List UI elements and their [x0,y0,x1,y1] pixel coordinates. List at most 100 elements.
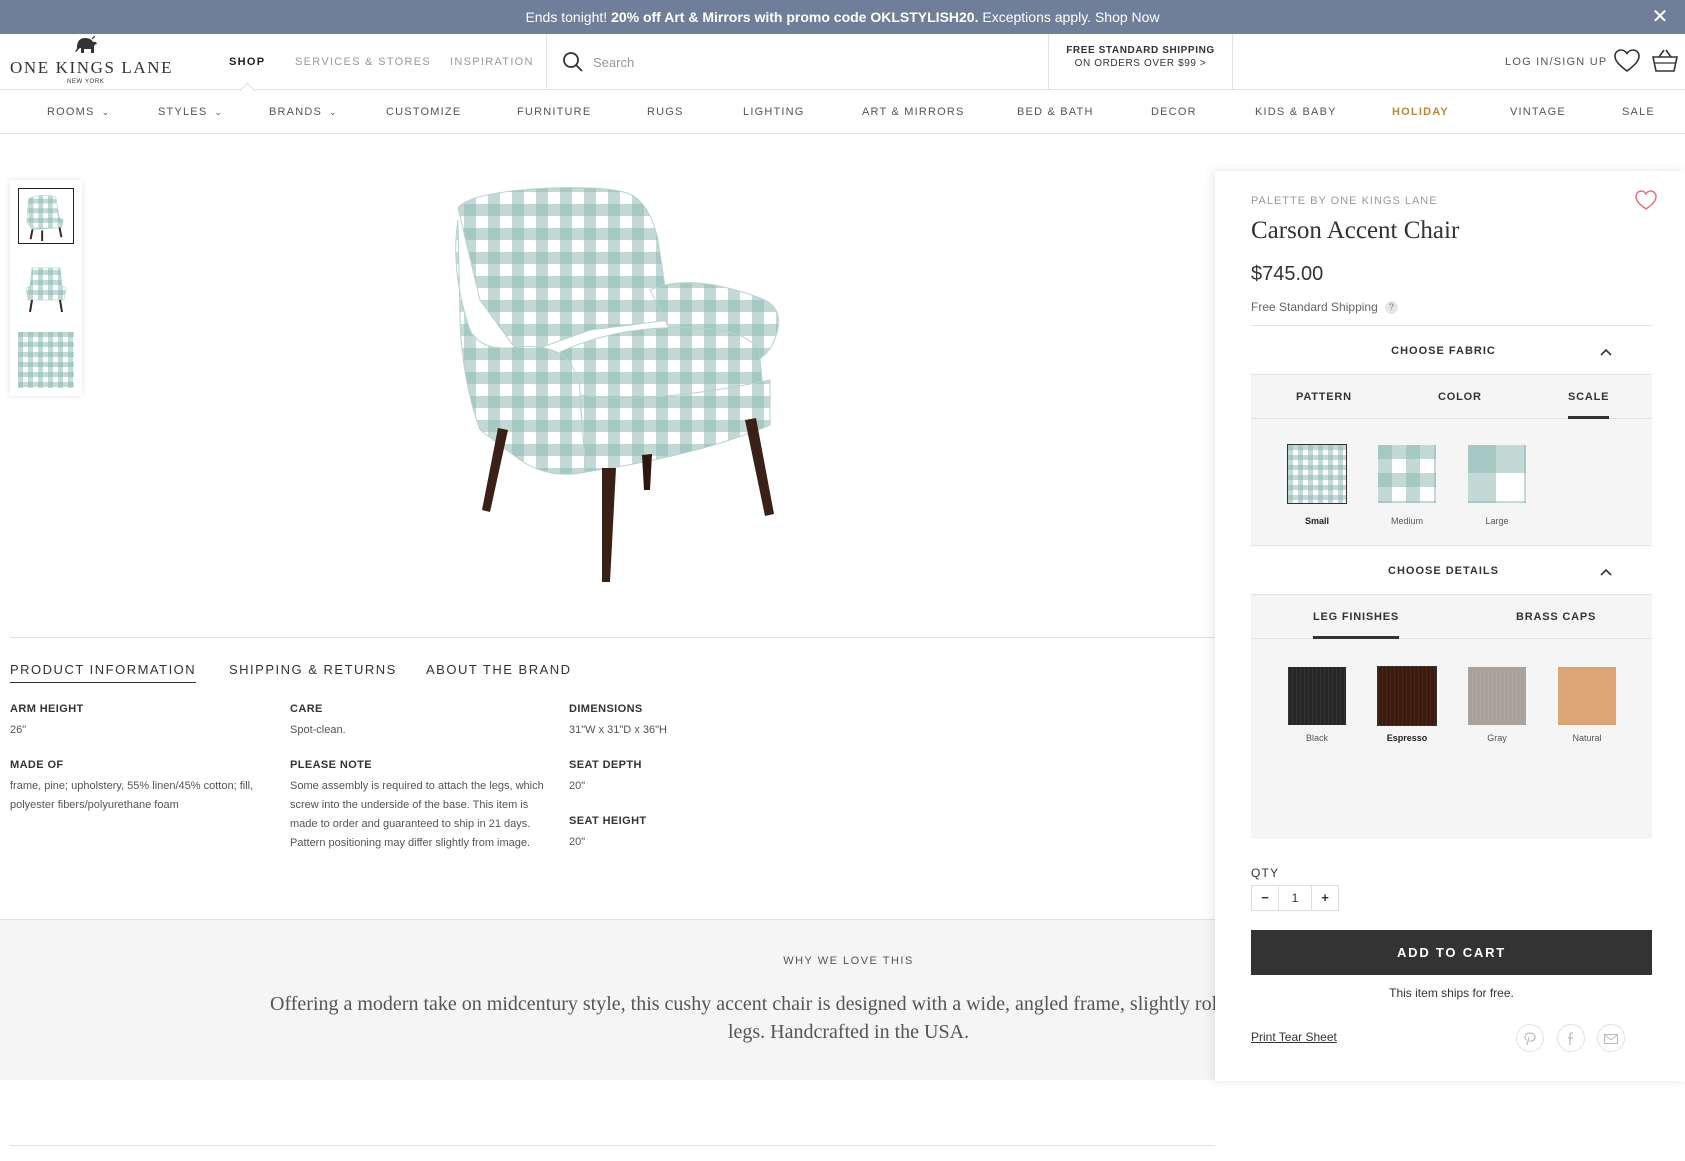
subtab-leg-finishes[interactable]: LEG FINISHES [1313,595,1399,639]
why-text: Offering a modern take on midcentury sty… [0,990,1215,1046]
tab-product-information[interactable]: PRODUCT INFORMATION [10,662,197,683]
favorite-heart-icon[interactable] [1633,187,1659,213]
print-tear-sheet-link[interactable]: Print Tear Sheet [1251,1030,1337,1044]
leg-swatch-espresso[interactable]: Espresso [1377,666,1438,743]
spec-label: SEAT HEIGHT [569,815,647,827]
choose-fabric-title: CHOOSE FABRIC [1391,345,1496,357]
category-lighting[interactable]: LIGHTING [743,90,805,134]
product-image-chair[interactable] [440,180,860,590]
swatch-label: Natural [1572,733,1602,743]
tab-about-brand[interactable]: ABOUT THE BRAND [426,662,572,682]
promo-banner[interactable]: Ends tonight! 20% off Art & Mirrors with… [0,0,1685,34]
category-rugs[interactable]: RUGS [647,90,684,134]
fabric-swatch-small-image [1287,444,1347,504]
tab-shipping-returns[interactable]: SHIPPING & RETURNS [229,662,397,682]
fabric-subtabs: PATTERN COLOR SCALE [1251,375,1652,419]
logo-city: NEW YORK [67,79,105,85]
login-link[interactable]: LOG IN/SIGN UP [1505,34,1607,90]
why-text-line: Offering a modern take on midcentury sty… [270,993,1215,1015]
swatch-label: Black [1305,733,1328,743]
email-icon[interactable] [1597,1024,1625,1052]
category-kids-baby[interactable]: KIDS & BABY [1255,90,1337,134]
nav-inspiration[interactable]: INSPIRATION [450,34,534,90]
thumbnail-chair-front[interactable] [18,260,74,316]
ships-free-note: This item ships for free. [1389,986,1514,1000]
qty-minus-button[interactable]: − [1252,886,1278,910]
subtab-brass-caps[interactable]: BRASS CAPS [1516,595,1596,639]
spec-value-line: polyester fibers/polyurethane foam [10,799,179,811]
chevron-down-icon: ⌄ [214,106,224,117]
leg-swatch-black[interactable]: Black [1288,667,1348,743]
spec-label: MADE OF [10,759,64,771]
subtab-scale[interactable]: SCALE [1568,375,1610,419]
category-brands-label: BRANDS [269,106,323,118]
search-icon[interactable] [561,50,585,74]
search-input[interactable] [593,50,1013,74]
category-brands[interactable]: BRANDS ⌄ [269,90,338,134]
nav-shop[interactable]: SHOP [229,34,265,90]
category-holiday[interactable]: HOLIDAY [1392,90,1449,134]
facebook-icon[interactable] [1557,1024,1585,1052]
free-shipping-banner[interactable]: FREE STANDARD SHIPPING ON ORDERS OVER $9… [1049,34,1233,90]
spec-value-line: Some assembly is required to attach the … [290,780,544,792]
spec-value: frame, pine; upholstery, 55% linen/45% c… [10,777,253,815]
cart-basket-icon[interactable] [1650,46,1680,76]
spec-seat-depth: SEAT DEPTH 20" [569,759,642,796]
spec-seat-height: SEAT HEIGHT 20" [569,815,647,852]
wishlist-heart-icon[interactable] [1612,46,1642,76]
add-to-cart-button[interactable]: ADD TO CART [1251,930,1652,975]
category-bed-bath[interactable]: BED & BATH [1017,90,1094,134]
fabric-swatch-small[interactable]: Small [1287,444,1348,526]
chevron-up-icon [1591,546,1621,596]
pinterest-icon[interactable] [1516,1024,1544,1052]
fabric-swatch-medium[interactable]: Medium [1378,445,1438,526]
spec-label: DIMENSIONS [569,703,643,715]
spec-value: 31"W x 31"D x 36"H [569,724,667,736]
category-rooms-label: ROOMS [47,106,95,118]
leg-swatch-natural[interactable]: Natural [1558,667,1618,743]
category-vintage[interactable]: VINTAGE [1510,90,1566,134]
leg-swatch-gray[interactable]: Gray [1468,667,1528,743]
footer-divider [10,1145,1215,1146]
swatch-label: Large [1485,516,1509,526]
fabric-swatch-large[interactable]: Large [1468,445,1528,526]
product-price: $745.00 [1251,263,1324,285]
promo-lead: Ends tonight! [525,9,608,25]
nav-services-stores[interactable]: SERVICES & STORES [295,34,431,90]
free-shipping-line2: ON ORDERS OVER $99 > [1074,58,1207,69]
details-subtabs: LEG FINISHES BRASS CAPS [1251,595,1652,639]
category-styles[interactable]: STYLES ⌄ [158,90,223,134]
qty-plus-button[interactable]: + [1312,886,1338,910]
category-rooms[interactable]: ROOMS ⌄ [47,90,110,134]
category-decor[interactable]: DECOR [1151,90,1197,134]
category-furniture[interactable]: FURNITURE [517,90,591,134]
subtab-pattern[interactable]: PATTERN [1296,375,1352,419]
free-shipping-line1: FREE STANDARD SHIPPING [1066,45,1215,56]
elephant-logo-icon [75,36,97,53]
product-brand[interactable]: PALETTE BY ONE KINGS LANE [1251,195,1438,207]
category-customize[interactable]: CUSTOMIZE [386,90,461,134]
choose-details-header[interactable]: CHOOSE DETAILS [1251,545,1652,595]
spec-value: Spot-clean. [290,724,346,736]
spec-value: 20" [569,836,586,848]
choose-fabric-header[interactable]: CHOOSE FABRIC [1251,325,1652,375]
thumbnail-fabric-swatch[interactable] [18,332,74,388]
product-name: Carson Accent Chair [1251,217,1460,244]
subtab-color[interactable]: COLOR [1438,375,1482,419]
qty-input[interactable] [1278,886,1312,910]
thumbnail-strip [10,180,82,396]
leg-swatch-black-color [1288,667,1346,725]
spec-dimensions: DIMENSIONS 31"W x 31"D x 36"H [569,703,667,740]
spec-value: Some assembly is required to attach the … [290,777,544,853]
category-sale[interactable]: SALE [1622,90,1655,134]
choose-details-title: CHOOSE DETAILS [1388,565,1499,577]
chevron-down-icon: ⌄ [329,106,338,117]
fabric-swatch-medium-image [1378,445,1436,503]
logo[interactable]: ONE KINGS LANE NEW YORK [10,34,172,90]
help-icon[interactable]: ? [1384,300,1398,314]
shipping-text: Free Standard Shipping [1251,300,1378,314]
promo-tail[interactable]: Exceptions apply. Shop Now [982,9,1159,25]
close-icon[interactable]: ✕ [1649,6,1671,28]
thumbnail-chair-angle[interactable] [18,188,74,244]
category-art-mirrors[interactable]: ART & MIRRORS [862,90,965,134]
